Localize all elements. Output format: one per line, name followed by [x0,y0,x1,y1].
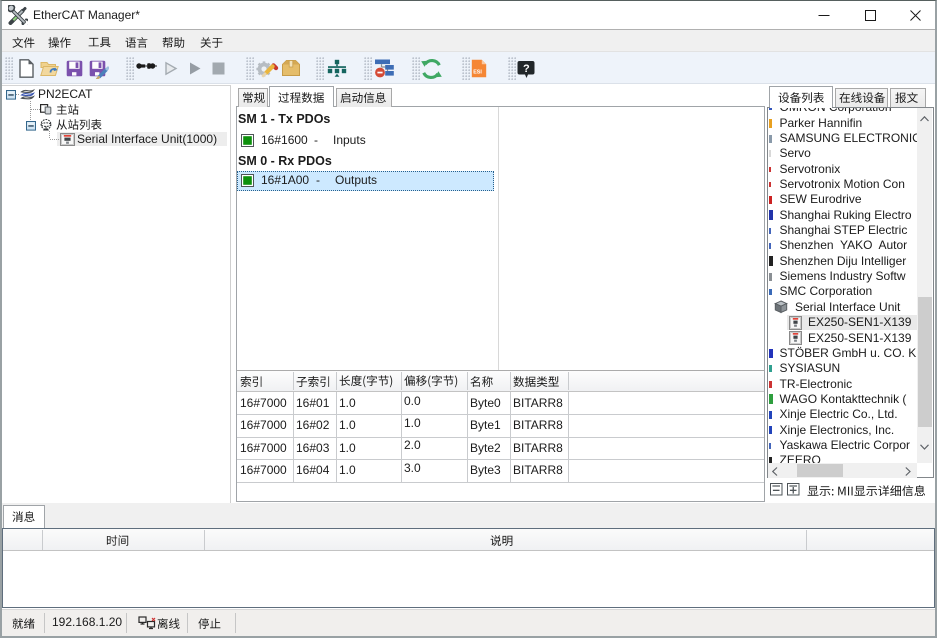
svg-text:?: ? [523,63,530,75]
svg-text:ESI: ESI [473,70,482,76]
